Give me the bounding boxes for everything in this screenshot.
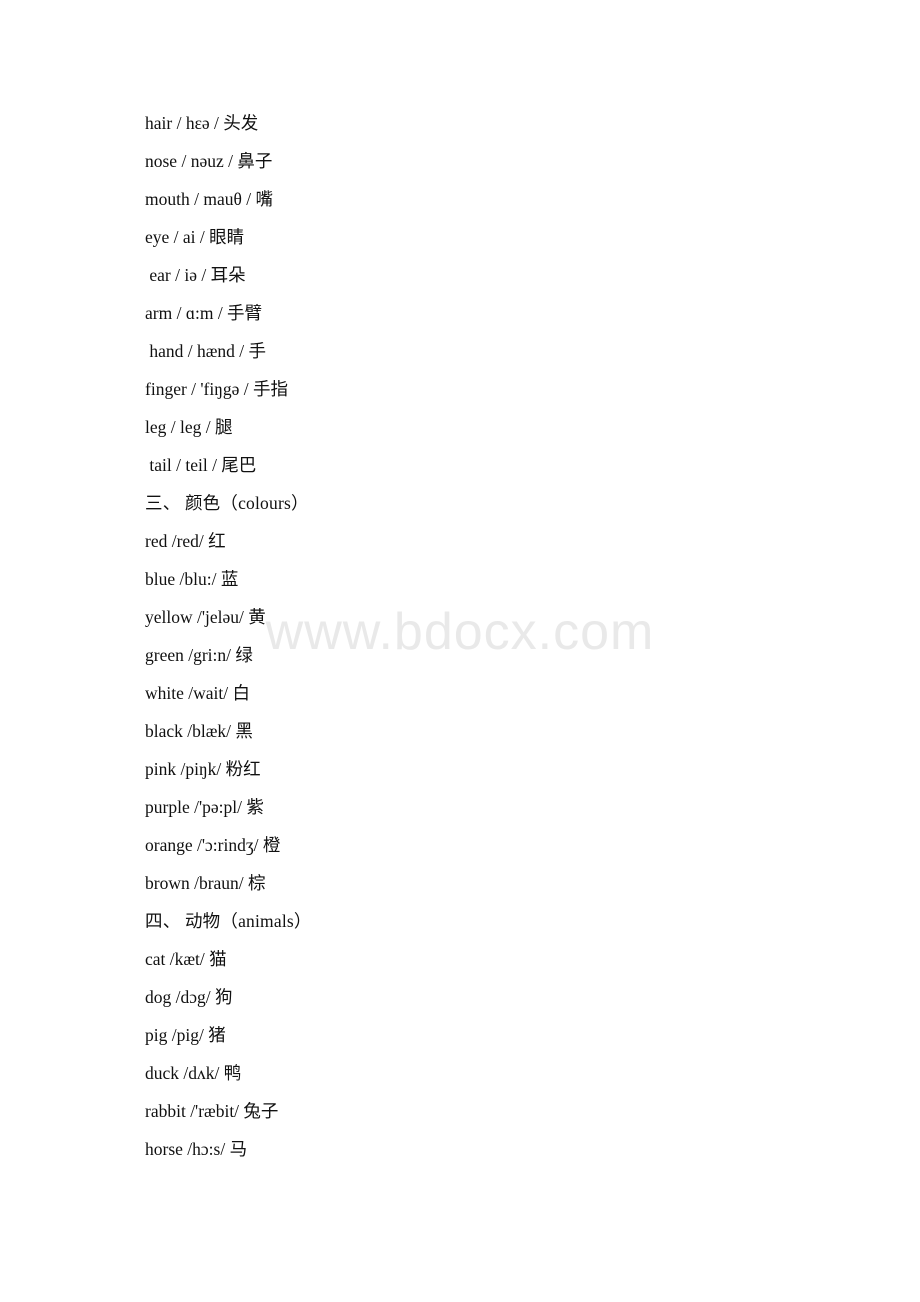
- vocabulary-entry: black /blæk/ 黑: [145, 721, 253, 741]
- vocabulary-entry: purple /'pə:pl/ 紫: [145, 797, 264, 817]
- section-heading: 四、 动物（animals）: [145, 911, 312, 931]
- vocabulary-entry: finger / 'fiŋgə / 手指: [145, 379, 289, 399]
- vocabulary-entry: eye / ai / 眼睛: [145, 227, 245, 247]
- vocabulary-entry: green /gri:n/ 绿: [145, 645, 253, 665]
- document-page: www.bdocx.com hair / hɛə / 头发 nose / nəuz…: [0, 0, 920, 1302]
- vocabulary-entry: leg / leg / 腿: [145, 417, 233, 437]
- vocabulary-entry: blue /blu:/ 蓝: [145, 569, 239, 589]
- vocabulary-entry: cat /kæt/ 猫: [145, 949, 227, 969]
- vocabulary-entry: pig /pig/ 猪: [145, 1025, 226, 1045]
- vocabulary-list: hair / hɛə / 头发 nose / nəuz / 鼻子 mouth / m…: [145, 104, 845, 1168]
- vocabulary-entry: horse /hɔ:s/ 马: [145, 1139, 248, 1159]
- vocabulary-entry: nose / nəuz / 鼻子: [145, 151, 273, 171]
- vocabulary-entry: ear / iə / 耳朵: [145, 265, 246, 285]
- vocabulary-entry: red /red/ 红: [145, 531, 226, 551]
- section-heading: 三、 颜色（colours）: [145, 493, 309, 513]
- vocabulary-entry: brown /braun/ 棕: [145, 873, 266, 893]
- vocabulary-entry: dog /dɔg/ 狗: [145, 987, 233, 1007]
- vocabulary-entry: arm / ɑ:m / 手臂: [145, 303, 263, 323]
- vocabulary-entry: hair / hɛə / 头发: [145, 113, 259, 133]
- vocabulary-entry: tail / teil / 尾巴: [145, 455, 257, 475]
- vocabulary-entry: yellow /'jeləu/ 黄: [145, 607, 266, 627]
- vocabulary-entry: rabbit /'ræbit/ 兔子: [145, 1101, 279, 1121]
- vocabulary-entry: mouth / mauθ / 嘴: [145, 189, 273, 209]
- vocabulary-entry: orange /'ɔ:rindʒ/ 橙: [145, 835, 281, 855]
- vocabulary-entry: pink /piŋk/ 粉红: [145, 759, 261, 779]
- vocabulary-entry: duck /dʌk/ 鸭: [145, 1063, 242, 1083]
- vocabulary-entry: white /wait/ 白: [145, 683, 250, 703]
- vocabulary-entry: hand / hænd / 手: [145, 341, 267, 361]
